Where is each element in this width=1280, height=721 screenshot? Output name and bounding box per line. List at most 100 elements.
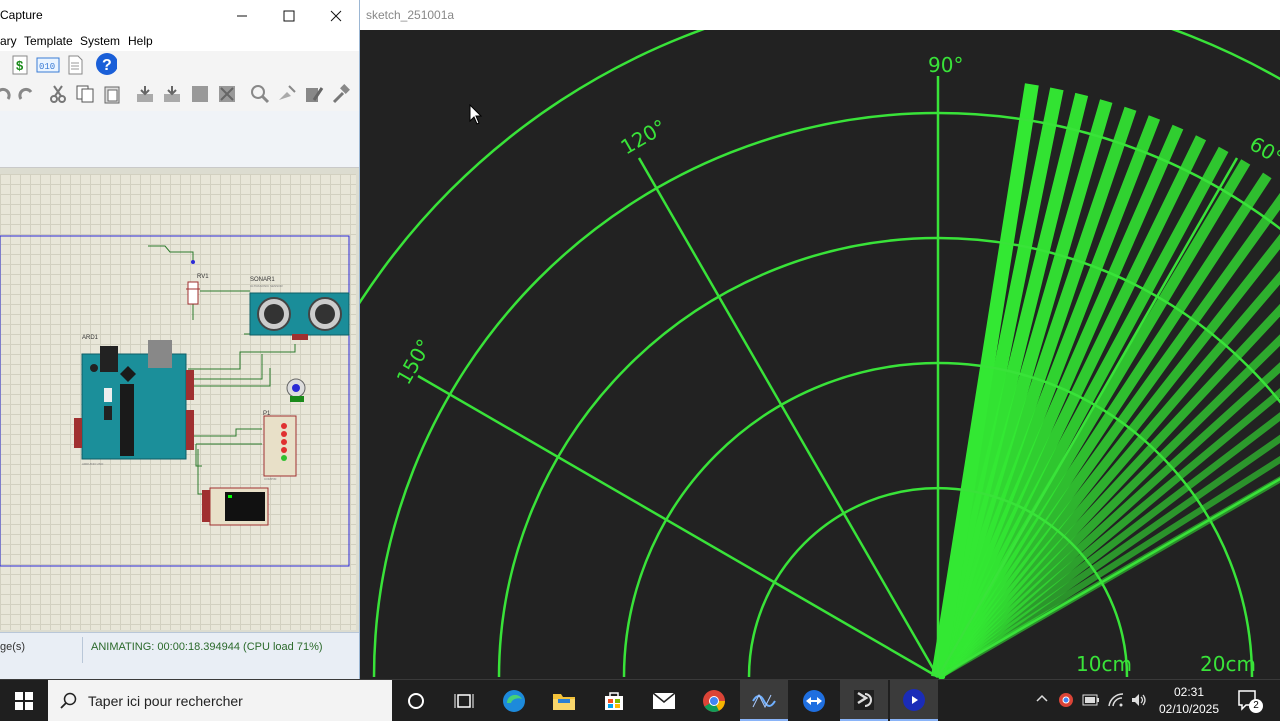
cortana-icon: [407, 692, 425, 710]
zoom-icon[interactable]: [249, 83, 271, 105]
windows-icon: [15, 692, 33, 710]
sketch-window: sketch_251001a 90° 120° 150° 60° 10cm 20…: [360, 0, 1280, 679]
mail-icon: [652, 692, 676, 710]
clock-date: 02/10/2025: [1150, 701, 1228, 718]
menu-library[interactable]: ary: [0, 34, 17, 48]
task-view-button[interactable]: [440, 680, 488, 721]
compim-port: [264, 416, 296, 476]
folder-icon: [552, 691, 576, 711]
ard1-label: ARD1: [82, 335, 99, 341]
cortana-button[interactable]: [392, 680, 440, 721]
teamviewer-button[interactable]: [790, 680, 838, 721]
status-messages[interactable]: ge(s): [0, 641, 25, 653]
menu-system[interactable]: System: [80, 34, 120, 48]
proteus-titlebar: Capture: [0, 0, 359, 31]
start-button[interactable]: [0, 680, 48, 721]
file-explorer-button[interactable]: [540, 680, 588, 721]
block-copy-icon[interactable]: [134, 83, 156, 105]
media-player-button[interactable]: [890, 680, 938, 721]
chrome-icon: [702, 689, 726, 713]
svg-text:?: ?: [102, 57, 112, 74]
minimize-icon: [236, 10, 248, 22]
edge-button[interactable]: [490, 680, 538, 721]
chevron-up-icon: [1036, 693, 1048, 703]
binary-icon[interactable]: 010: [35, 54, 61, 76]
sonar-subtitle: ULTRASONIC SENSOR: [250, 284, 283, 288]
volume-icon: [1130, 692, 1148, 708]
notification-badge: 2: [1249, 699, 1263, 713]
rv1-potentiometer: [186, 260, 200, 304]
menu-template[interactable]: Template: [24, 34, 73, 48]
undo-icon[interactable]: [0, 83, 14, 105]
proteus-window: Capture ary Template System Help $ 010 ?: [0, 0, 360, 679]
angle-label-90: 90°: [928, 53, 963, 77]
minimize-button[interactable]: [219, 0, 265, 31]
help-icon[interactable]: ?: [95, 53, 117, 75]
notifications-button[interactable]: 2: [1234, 688, 1264, 714]
radar-spoke-150: [418, 376, 938, 677]
copy-icon[interactable]: [74, 83, 96, 105]
arduino-uno-board: [74, 340, 194, 459]
animation-status: ANIMATING: 00:00:18.394944 (CPU load 71%…: [91, 641, 323, 653]
volume-tray[interactable]: [1130, 692, 1148, 711]
teamviewer-icon: [802, 689, 826, 713]
radar-grid: [360, 30, 1280, 677]
svg-text:010: 010: [39, 62, 55, 72]
p1-footer: COMPIM: [264, 477, 277, 481]
schematic-grid: RV1 SONAR1 ULTRASONIC SENSOR ARD1: [0, 174, 356, 630]
chrome-tray-icon: [1058, 692, 1074, 708]
radar-arc-5: [360, 30, 1280, 677]
close-button[interactable]: [313, 0, 359, 31]
svg-text:$: $: [16, 58, 24, 73]
menu-bar: ary Template System Help: [0, 31, 359, 51]
mail-button[interactable]: [640, 680, 688, 721]
clock-time: 02:31: [1150, 684, 1228, 701]
window-title: Capture: [0, 8, 43, 22]
dollar-icon[interactable]: $: [9, 54, 31, 76]
sonar-sensor: [250, 293, 349, 340]
document-icon[interactable]: [64, 54, 86, 76]
proteus-button[interactable]: [740, 680, 788, 721]
toolbar-edit: [0, 79, 359, 111]
search-icon: [60, 692, 78, 710]
close-icon: [330, 10, 342, 22]
block-delete-icon[interactable]: [216, 83, 238, 105]
tools-icon[interactable]: [303, 83, 325, 105]
wifi-tray[interactable]: [1107, 692, 1125, 711]
proteus-icon: [751, 689, 777, 711]
chrome-button[interactable]: [690, 680, 738, 721]
pick-icon[interactable]: [276, 83, 298, 105]
redo-icon[interactable]: [15, 83, 37, 105]
sketch-titlebar: sketch_251001a: [360, 0, 1280, 30]
battery-icon: [1082, 693, 1100, 707]
taskbar-clock[interactable]: 02:31 02/10/2025: [1150, 684, 1228, 718]
battery-tray[interactable]: [1082, 693, 1100, 710]
angle-label-150: 150°: [392, 335, 437, 389]
paste-icon[interactable]: [101, 83, 123, 105]
processing-button[interactable]: [840, 680, 888, 721]
store-icon: [603, 690, 625, 712]
search-placeholder: Taper ici pour rechercher: [88, 693, 243, 709]
store-button[interactable]: [590, 680, 638, 721]
media-player-icon: [902, 688, 926, 712]
ard1-footer: ARDUINO UNO: [82, 462, 104, 466]
maximize-button[interactable]: [266, 0, 312, 31]
task-view-icon: [454, 692, 474, 710]
wifi-icon: [1107, 692, 1125, 708]
taskbar-search[interactable]: Taper ici pour rechercher: [48, 680, 392, 721]
toolbar-top: $ 010 ?: [0, 51, 359, 79]
angle-label-60: 60°: [1246, 132, 1280, 171]
mouse-cursor-icon: [469, 104, 483, 126]
schematic-drawing: RV1 SONAR1 ULTRASONIC SENSOR ARD1: [0, 174, 356, 630]
cut-icon[interactable]: [47, 83, 69, 105]
block-move-icon[interactable]: [161, 83, 183, 105]
block-rotate-icon[interactable]: [189, 83, 211, 105]
chrome-tray[interactable]: [1058, 692, 1074, 711]
maximize-icon: [283, 10, 295, 22]
show-hidden-icons[interactable]: [1036, 692, 1048, 706]
radar-display[interactable]: 90° 120° 150° 60° 10cm 20cm: [360, 30, 1280, 679]
menu-help[interactable]: Help: [128, 34, 153, 48]
hammer-icon[interactable]: [330, 83, 352, 105]
schematic-canvas[interactable]: RV1 SONAR1 ULTRASONIC SENSOR ARD1: [0, 168, 359, 632]
radar-svg: 90° 120° 150° 60° 10cm 20cm: [360, 30, 1280, 679]
